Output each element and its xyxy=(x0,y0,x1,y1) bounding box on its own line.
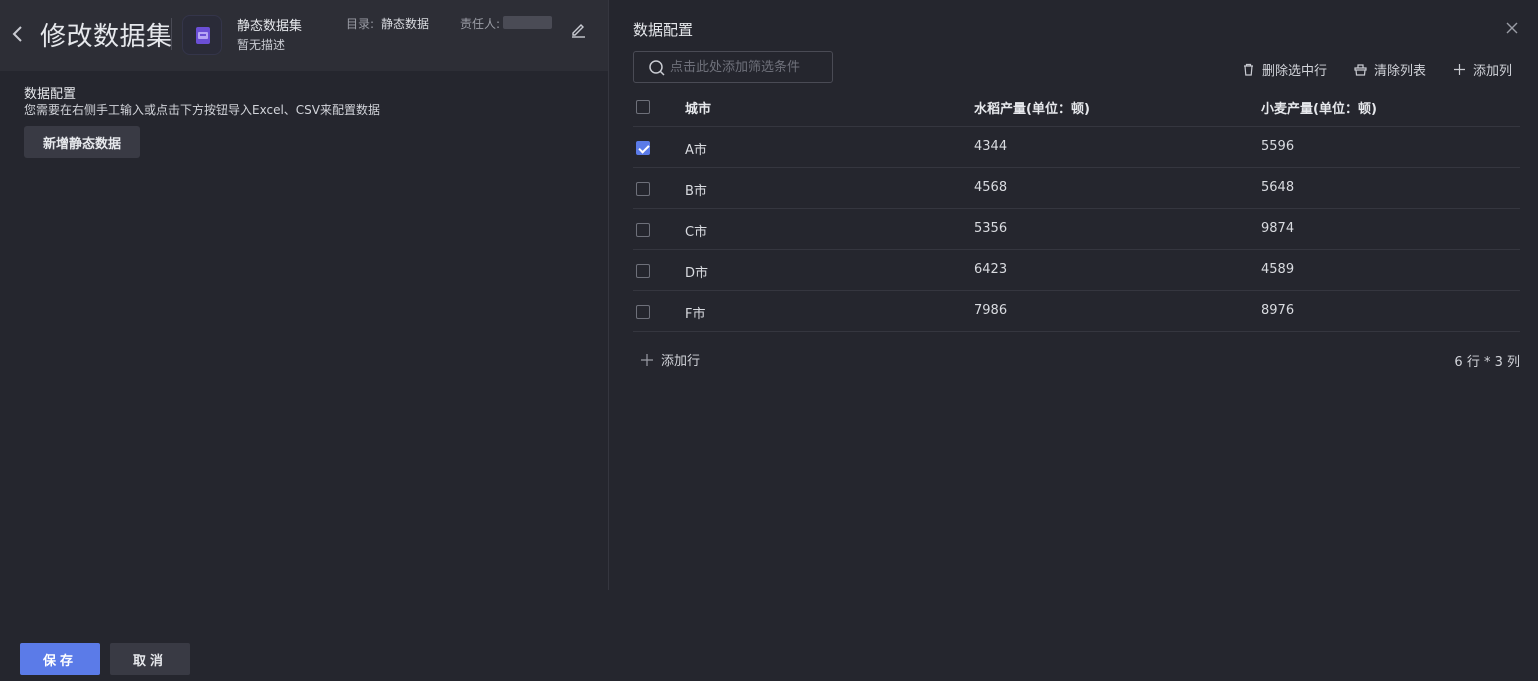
table-cell[interactable]: 7986 xyxy=(974,303,1007,318)
header-divider xyxy=(171,18,172,50)
config-title: 数据配置 xyxy=(24,87,77,102)
column-header: 小麦产量(单位：顿) xyxy=(1261,102,1377,117)
row-checkbox[interactable] xyxy=(636,264,650,278)
chevron-left-icon[interactable] xyxy=(10,24,26,44)
table-row[interactable]: A市 4344 5596 xyxy=(633,127,1520,168)
table-cell[interactable]: B市 xyxy=(685,180,707,199)
owner-value-redacted xyxy=(503,16,552,29)
trash-icon xyxy=(1243,63,1253,76)
directory-label: 目录: xyxy=(346,17,375,31)
column-header: 城市 xyxy=(685,102,712,117)
table-cell[interactable]: D市 xyxy=(685,262,708,281)
filter-search-box[interactable] xyxy=(633,51,833,83)
cancel-button[interactable]: 取消 xyxy=(110,643,190,675)
clear-list-button[interactable]: 清除列表 xyxy=(1353,60,1426,79)
left-panel: 修改数据集 静态数据集 暂无描述 目录: 静态数据 责任人: 数据配置 您需要在… xyxy=(0,0,608,590)
table-cell[interactable]: 9874 xyxy=(1261,221,1294,236)
table-cell[interactable]: 4589 xyxy=(1261,262,1294,277)
table-header-row: 城市 水稻产量(单位：顿) 小麦产量(单位：顿) xyxy=(633,86,1520,127)
clear-list-label: 清除列表 xyxy=(1373,64,1426,79)
eraser-icon xyxy=(1354,64,1367,76)
delete-selected-rows-button[interactable]: 删除选中行 xyxy=(1241,60,1327,79)
data-table: 城市 水稻产量(单位：顿) 小麦产量(单位：顿) A市 4344 5596 B市… xyxy=(633,86,1520,332)
plus-icon xyxy=(641,353,653,366)
owner-label: 责任人: xyxy=(460,17,501,31)
delete-selected-rows-label: 删除选中行 xyxy=(1261,64,1327,79)
table-cell[interactable]: A市 xyxy=(685,139,707,158)
table-toolbar: 删除选中行 清除列表 添加列 xyxy=(1241,60,1512,79)
row-checkbox[interactable] xyxy=(636,141,650,155)
edit-dataset-page: 修改数据集 静态数据集 暂无描述 目录: 静态数据 责任人: 数据配置 您需要在… xyxy=(0,0,1538,681)
row-checkbox[interactable] xyxy=(636,182,650,196)
table-cell[interactable]: 8976 xyxy=(1261,303,1294,318)
table-cell[interactable]: 4344 xyxy=(974,139,1007,154)
table-row[interactable]: C市 5356 9874 xyxy=(633,209,1520,250)
table-row[interactable]: D市 6423 4589 xyxy=(633,250,1520,291)
config-hint: 您需要在右侧手工输入或点击下方按钮导入Excel、CSV来配置数据 xyxy=(24,103,380,117)
pencil-icon[interactable] xyxy=(569,20,587,38)
table-cell[interactable]: 6423 xyxy=(974,262,1007,277)
filter-search-input[interactable] xyxy=(670,56,826,78)
add-static-data-button[interactable]: 新增静态数据 xyxy=(24,126,140,158)
table-cell[interactable]: C市 xyxy=(685,221,707,240)
row-column-count: 6 行 * 3 列 xyxy=(1454,355,1520,370)
search-icon xyxy=(649,60,665,76)
dataset-name: 静态数据集 xyxy=(237,19,303,34)
plus-icon xyxy=(1453,64,1465,75)
right-panel: 数据配置 删除选中行 清除列表 xyxy=(609,0,1538,590)
dataset-description: 暂无描述 xyxy=(237,38,286,52)
table-cell[interactable]: 5356 xyxy=(974,221,1007,236)
save-button[interactable]: 保存 xyxy=(20,643,100,675)
table-cell[interactable]: 4568 xyxy=(974,180,1007,195)
file-icon xyxy=(196,27,210,44)
dataset-header: 修改数据集 静态数据集 暂无描述 目录: 静态数据 责任人: xyxy=(0,0,608,71)
column-header: 水稻产量(单位：顿) xyxy=(974,102,1090,117)
directory-value: 静态数据 xyxy=(381,17,430,31)
table-row[interactable]: F市 7986 8976 xyxy=(633,291,1520,332)
add-column-label: 添加列 xyxy=(1472,64,1512,79)
add-row-button[interactable]: 添加行 xyxy=(641,350,700,369)
table-cell[interactable]: 5648 xyxy=(1261,180,1294,195)
dataset-icon xyxy=(182,15,222,55)
table-row[interactable]: B市 4568 5648 xyxy=(633,168,1520,209)
row-checkbox[interactable] xyxy=(636,305,650,319)
add-column-button[interactable]: 添加列 xyxy=(1452,60,1512,79)
add-row-label: 添加行 xyxy=(661,354,701,369)
table-cell[interactable]: 5596 xyxy=(1261,139,1294,154)
close-icon[interactable] xyxy=(1504,20,1520,36)
row-checkbox[interactable] xyxy=(636,223,650,237)
page-title: 修改数据集 xyxy=(40,22,173,52)
table-cell[interactable]: F市 xyxy=(685,303,705,322)
select-all-checkbox[interactable] xyxy=(636,100,650,114)
panel-title: 数据配置 xyxy=(633,21,694,39)
